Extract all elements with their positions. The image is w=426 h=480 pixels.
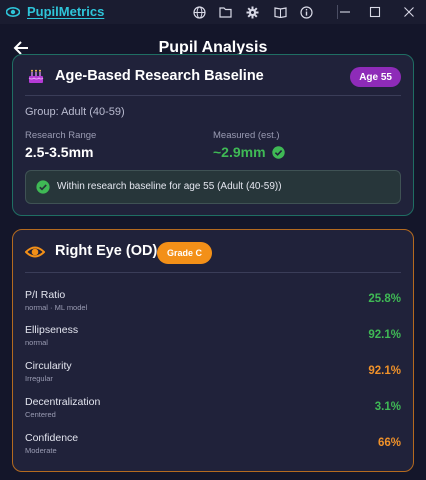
check-circle-icon	[36, 180, 50, 194]
metric-name: P/I Ratio	[25, 289, 66, 301]
measured-value: ~2.9mm	[213, 144, 266, 160]
baseline-card: Age-Based Research Baseline Age 55 Group…	[12, 54, 414, 216]
info-icon[interactable]	[298, 4, 314, 20]
minimize-icon[interactable]	[336, 3, 354, 21]
baseline-divider	[25, 95, 401, 96]
check-circle-icon	[271, 145, 285, 159]
metric-sub: Moderate	[25, 446, 57, 455]
baseline-status-box: Within research baseline for age 55 (Adu…	[25, 170, 401, 204]
measured-label: Measured (est.)	[213, 130, 280, 141]
globe-icon[interactable]	[191, 4, 207, 20]
eye-icon	[24, 244, 46, 260]
metric-value: 3.1%	[374, 401, 401, 413]
book-icon[interactable]	[272, 4, 288, 20]
app-name[interactable]: PupilMetrics	[27, 4, 104, 19]
metric-sub: Centered	[25, 410, 56, 419]
metric-sub: normal	[25, 338, 48, 347]
right-eye-card: Right Eye (OD) Grade C P/I Ratio normal …	[12, 229, 414, 472]
metric-name: Confidence	[25, 432, 79, 444]
close-icon[interactable]	[400, 3, 418, 21]
metric-name: Ellipseness	[25, 324, 79, 336]
eye-logo-icon	[5, 5, 21, 19]
metric-value: 92.1%	[368, 329, 401, 341]
range-label: Research Range	[25, 130, 97, 141]
metric-value: 25.8%	[368, 293, 401, 305]
age-badge: Age 55	[350, 67, 401, 87]
metric-name: Decentralization	[25, 396, 101, 408]
baseline-status-text: Within research baseline for age 55 (Adu…	[57, 181, 282, 192]
metric-sub: normal · ML model	[25, 303, 88, 312]
measured-value-row: ~2.9mm	[213, 144, 285, 160]
eye-title: Right Eye (OD)	[55, 243, 158, 259]
maximize-icon[interactable]	[366, 3, 384, 21]
grade-badge: Grade C	[157, 242, 213, 264]
gear-icon[interactable]	[244, 4, 260, 20]
metric-name: Circularity	[25, 360, 72, 372]
baseline-title: Age-Based Research Baseline	[55, 68, 264, 84]
metric-sub: Irregular	[25, 374, 53, 383]
range-value: 2.5-3.5mm	[25, 144, 94, 160]
cake-icon	[27, 67, 45, 85]
metric-value: 66%	[377, 437, 401, 449]
metric-value: 92.1%	[368, 365, 401, 377]
eye-divider	[25, 272, 401, 273]
title-bar: PupilMetrics	[0, 0, 426, 24]
group-label: Group: Adult (40-59)	[25, 106, 125, 118]
folder-icon[interactable]	[217, 4, 233, 20]
